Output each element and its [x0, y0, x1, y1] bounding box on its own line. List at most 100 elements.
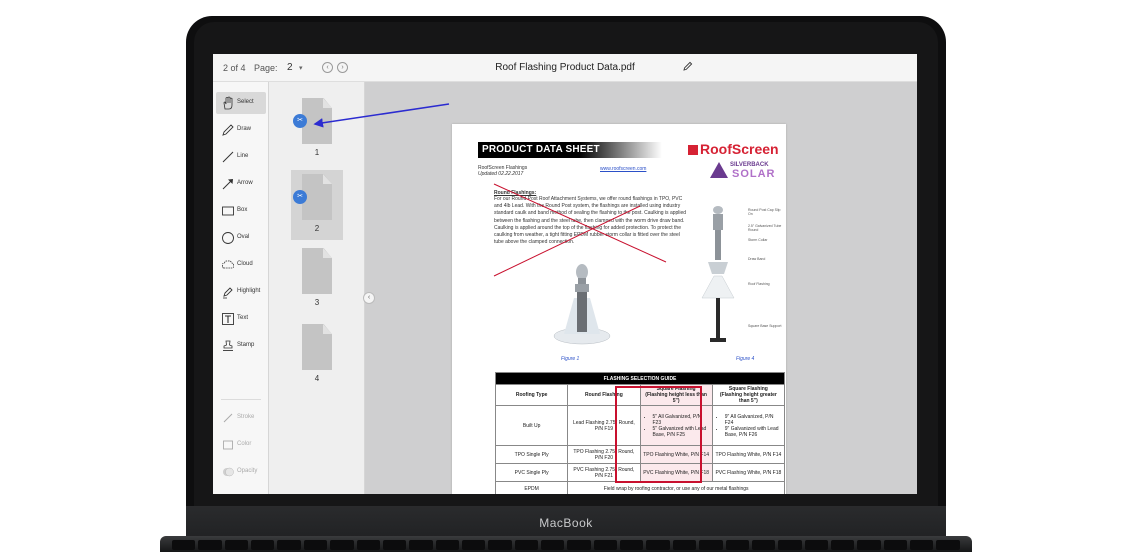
table-cell: 9" All Galvanized, P/N F249" Galvanized …	[711, 405, 786, 446]
table-cell: TPO Single Ply	[494, 445, 569, 464]
pencil-icon	[222, 124, 234, 136]
thumbnail-number: 2	[314, 224, 320, 233]
document-page: PRODUCT DATA SHEET RoofScreen SILVERBACK…	[452, 124, 786, 494]
keyboard-key	[172, 540, 196, 550]
box-icon	[222, 206, 234, 216]
tool-cloud[interactable]: Cloud	[216, 254, 266, 276]
keyboard-key	[883, 540, 908, 550]
table-cell: Built Up	[494, 405, 569, 446]
keyboard-key	[910, 540, 934, 550]
tool-label: Draw	[237, 126, 252, 132]
keyboard-key	[251, 540, 275, 550]
thumbnail-number: 4	[314, 374, 320, 383]
thumbnail-page-3[interactable]: 3	[291, 244, 343, 314]
thumbnail-page-2[interactable]: ✂ 2	[291, 170, 343, 240]
logo-text: RoofScreen	[700, 141, 779, 157]
tool-draw[interactable]: Draw	[216, 119, 266, 141]
tool-label: Stroke	[237, 414, 255, 420]
tool-label: Highlight	[237, 288, 261, 294]
tool-label: Opacity	[237, 468, 258, 474]
stamp-icon	[223, 340, 233, 351]
thumbnail-number: 1	[314, 148, 320, 157]
thumbnail-page-4[interactable]: 4	[291, 320, 343, 390]
logo-mark-icon	[688, 145, 698, 155]
figure-callout: Square Base Support	[748, 324, 782, 328]
keyboard-key	[830, 540, 855, 550]
tool-box[interactable]: Box	[216, 200, 266, 222]
cloud-icon	[222, 260, 234, 269]
keyboard-key	[461, 540, 486, 550]
tool-opacity[interactable]: Opacity	[216, 461, 266, 483]
header-roofing-type: Roofing Type	[494, 384, 569, 406]
keyboard-key	[936, 540, 960, 550]
keyboard-key	[514, 540, 539, 550]
keyboard-key	[409, 540, 433, 550]
figure-callout: Round Post Cap Slip On	[748, 208, 781, 216]
keyboard-key	[857, 540, 881, 550]
collapse-panel-button[interactable]: ‹	[363, 292, 375, 304]
keyboard-key	[646, 540, 670, 550]
table-cell: Field wrap by roofing contractor, or use…	[567, 481, 785, 494]
keyboard-key	[751, 540, 776, 550]
tool-line[interactable]: Line	[216, 146, 266, 168]
laptop-brand: MacBook	[539, 516, 593, 530]
table-cell: PVC Single Ply	[494, 463, 569, 482]
table-cell: EPDM	[494, 481, 569, 494]
table-cell: TPO Flashing White, P/N F14	[711, 445, 786, 464]
keyboard-key	[277, 540, 301, 550]
keyboard-key	[725, 540, 749, 550]
tool-text[interactable]: Text	[216, 308, 266, 330]
tool-color[interactable]: Color	[216, 434, 266, 456]
tool-label: Oval	[237, 234, 250, 240]
keyboard-key	[330, 540, 354, 550]
stage: MacBook 2 of 4 Page: 2 ▾ ‹ › Roof Flashi…	[0, 0, 1132, 552]
tool-stamp[interactable]: Stamp	[216, 335, 266, 357]
doc-header: PRODUCT DATA SHEET	[478, 142, 662, 158]
tool-label: Arrow	[237, 180, 253, 186]
keyboard	[168, 538, 964, 552]
keyboard-key	[435, 540, 459, 550]
keyboard-key	[541, 540, 565, 550]
doc-link[interactable]: www.roofscreen.com	[600, 166, 646, 172]
tool-select[interactable]: Select	[216, 92, 266, 114]
tool-label: Select	[237, 99, 254, 105]
keyboard-key	[303, 540, 328, 550]
figure-1-image	[553, 264, 611, 345]
tool-stroke[interactable]: Stroke	[216, 407, 266, 429]
rename-pencil-icon[interactable]	[683, 61, 693, 71]
color-icon	[223, 440, 233, 450]
tool-arrow[interactable]: Arrow	[216, 173, 266, 195]
roofscreen-logo: RoofScreen	[688, 141, 779, 157]
highlight-box-annotation	[615, 386, 702, 483]
document-title: Roof Flashing Product Data.pdf	[495, 62, 635, 73]
doc-updated: Updated 02.22.2017	[478, 171, 524, 177]
doc-header-text: PRODUCT DATA SHEET	[482, 144, 600, 155]
keyboard-key	[804, 540, 828, 550]
figure-4-caption: Figure 4	[736, 356, 755, 362]
text-icon	[222, 313, 234, 325]
arrow-annotation	[313, 103, 450, 128]
keyboard-key	[198, 540, 222, 550]
tool-label: Line	[237, 153, 249, 159]
figure-callout: 2.5" Galvanized Tube Round	[748, 224, 782, 232]
keyboard-key	[356, 540, 380, 550]
thumbnail-number: 3	[314, 298, 320, 307]
keyboard-key	[778, 540, 802, 550]
tool-oval[interactable]: Oval	[216, 227, 266, 249]
tool-label: Stamp	[237, 342, 255, 348]
tool-label: Text	[237, 315, 249, 321]
keyboard-key	[620, 540, 644, 550]
keyboard-key	[488, 540, 512, 550]
thumbnail-panel: ✂ 1 ✂ 2 3 4	[269, 82, 365, 494]
oval-icon	[222, 232, 234, 244]
screen: 2 of 4 Page: 2 ▾ ‹ › Roof Flashing Produ…	[213, 54, 917, 494]
tool-highlight[interactable]: Highlight	[216, 281, 266, 303]
table-cell: PVC Flashing White, P/N F18	[711, 463, 786, 482]
figure-4-image	[701, 206, 735, 342]
line-icon	[222, 151, 234, 163]
figure-callout: Draw Band	[748, 257, 766, 261]
tool-label: Cloud	[237, 261, 253, 267]
opacity-icon	[223, 467, 234, 477]
toolbar-divider	[221, 399, 261, 400]
highlighter-icon	[223, 287, 233, 299]
